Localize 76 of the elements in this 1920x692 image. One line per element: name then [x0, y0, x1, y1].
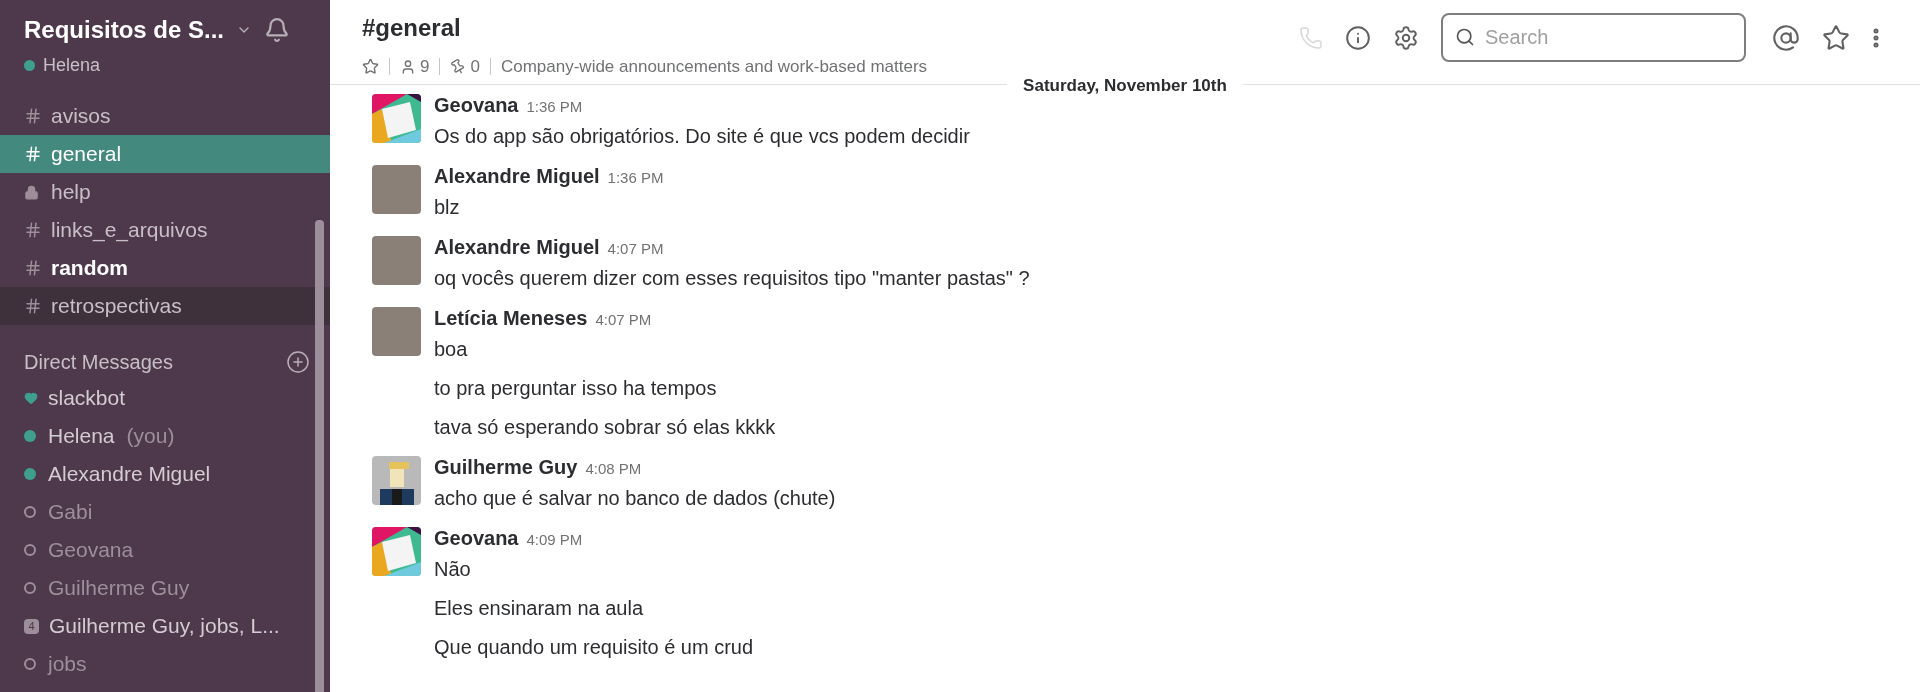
message-text: Os do app são obrigatórios. Do site é que vcs podem decidir: [434, 124, 970, 149]
direct-message-item[interactable]: Geovana: [0, 531, 330, 569]
channel-topic: Company-wide announcements and work-based matters: [500, 56, 928, 78]
search-field[interactable]: Search: [1441, 13, 1746, 62]
direct-message-item[interactable]: Gabi: [0, 493, 330, 531]
message-text: to pra perguntar isso ha tempos: [434, 376, 718, 401]
hash-icon: [24, 221, 42, 239]
heart-icon: [24, 391, 38, 405]
author-name[interactable]: Geovana: [434, 523, 519, 553]
pixel-person-avatar-icon: [372, 456, 421, 505]
photo-placeholder: [372, 307, 421, 356]
search-icon: [1455, 27, 1475, 47]
direct-message-item[interactable]: Alexandre Miguel: [0, 455, 330, 493]
contact-name: Helena: [48, 424, 115, 448]
message-time[interactable]: 4:09 PM: [526, 529, 583, 552]
message-text: Eles ensinaram na aula: [434, 596, 644, 621]
message-text: Que quando um requisito é um crud: [434, 635, 754, 660]
direct-message-item[interactable]: jobs: [0, 645, 330, 683]
star-icon[interactable]: [1822, 23, 1850, 52]
contact-name: jobs: [48, 652, 87, 676]
author-name[interactable]: Guilherme Guy: [434, 452, 578, 482]
message-time[interactable]: 4:07 PM: [595, 309, 652, 332]
direct-message-item[interactable]: 4 Guilherme Guy, jobs, L...: [0, 607, 330, 645]
member-count[interactable]: 9: [420, 54, 430, 80]
contact-name: Guilherme Guy: [48, 576, 190, 600]
direct-message-item[interactable]: slackbot: [0, 379, 330, 417]
contact-name: Geovana: [48, 538, 134, 562]
message-text: boa: [434, 337, 469, 362]
contact-name: Gabi: [48, 500, 93, 524]
message-text: blz: [434, 195, 461, 220]
author-name[interactable]: Letícia Meneses: [434, 303, 588, 333]
add-icon[interactable]: [286, 350, 310, 374]
member-count: 4: [24, 618, 39, 634]
channel-item[interactable]: general: [0, 135, 330, 173]
section-heading[interactable]: Direct Messages: [24, 347, 173, 377]
message-time[interactable]: 4:08 PM: [585, 458, 642, 481]
team-name[interactable]: Requisitos de S...: [24, 12, 225, 48]
info-icon[interactable]: [1345, 24, 1371, 51]
hash-icon: [24, 259, 42, 277]
contact-name: slackbot: [48, 386, 126, 410]
message-text: oq vocês querem dizer com esses requisitos tipo "manter pastas" ?: [434, 266, 1030, 291]
hash-icon: [24, 107, 42, 125]
hash-icon: [24, 297, 42, 315]
channel-item[interactable]: random: [0, 249, 330, 287]
author-name[interactable]: Alexandre Miguel: [434, 161, 600, 191]
direct-message-item[interactable]: Helena (you): [0, 417, 330, 455]
message-time[interactable]: 1:36 PM: [526, 96, 583, 119]
channel-item[interactable]: avisos: [0, 97, 330, 135]
channel-title: #general: [362, 13, 462, 43]
mentions-icon[interactable]: [1772, 23, 1800, 52]
photo-placeholder: [372, 165, 421, 214]
message-text: acho que é salvar no banco de dados (chute): [434, 486, 836, 511]
channel-item[interactable]: links_e_arquivos: [0, 211, 330, 249]
contact-name: Guilherme Guy, jobs, L...: [49, 614, 280, 638]
members-icon[interactable]: [400, 58, 416, 75]
bell-icon[interactable]: [264, 17, 291, 43]
message-time[interactable]: 1:36 PM: [607, 167, 664, 190]
lock-icon: [24, 184, 39, 200]
message-text: Não: [434, 557, 472, 582]
photo-placeholder: [372, 236, 421, 285]
hash-icon: [24, 145, 42, 163]
you-label: (you): [126, 424, 175, 448]
contact-name: Alexandre Miguel: [48, 462, 211, 486]
star-icon[interactable]: [362, 58, 379, 76]
channel-item[interactable]: help: [0, 173, 330, 211]
message-text: tava só esperando sobrar só elas kkkk: [434, 415, 776, 440]
message-time[interactable]: 4:07 PM: [607, 238, 664, 261]
author-name[interactable]: Geovana: [434, 90, 519, 120]
logo-avatar-icon: [372, 94, 421, 143]
settings-icon[interactable]: [1393, 24, 1419, 51]
channel-item[interactable]: retrospectivas: [0, 287, 330, 325]
pin-count[interactable]: 0: [470, 54, 480, 80]
logo-avatar-icon: [372, 527, 421, 576]
direct-message-item[interactable]: Guilherme Guy: [0, 569, 330, 607]
user-name: Helena: [43, 54, 101, 77]
author-name[interactable]: Alexandre Miguel: [434, 232, 600, 262]
